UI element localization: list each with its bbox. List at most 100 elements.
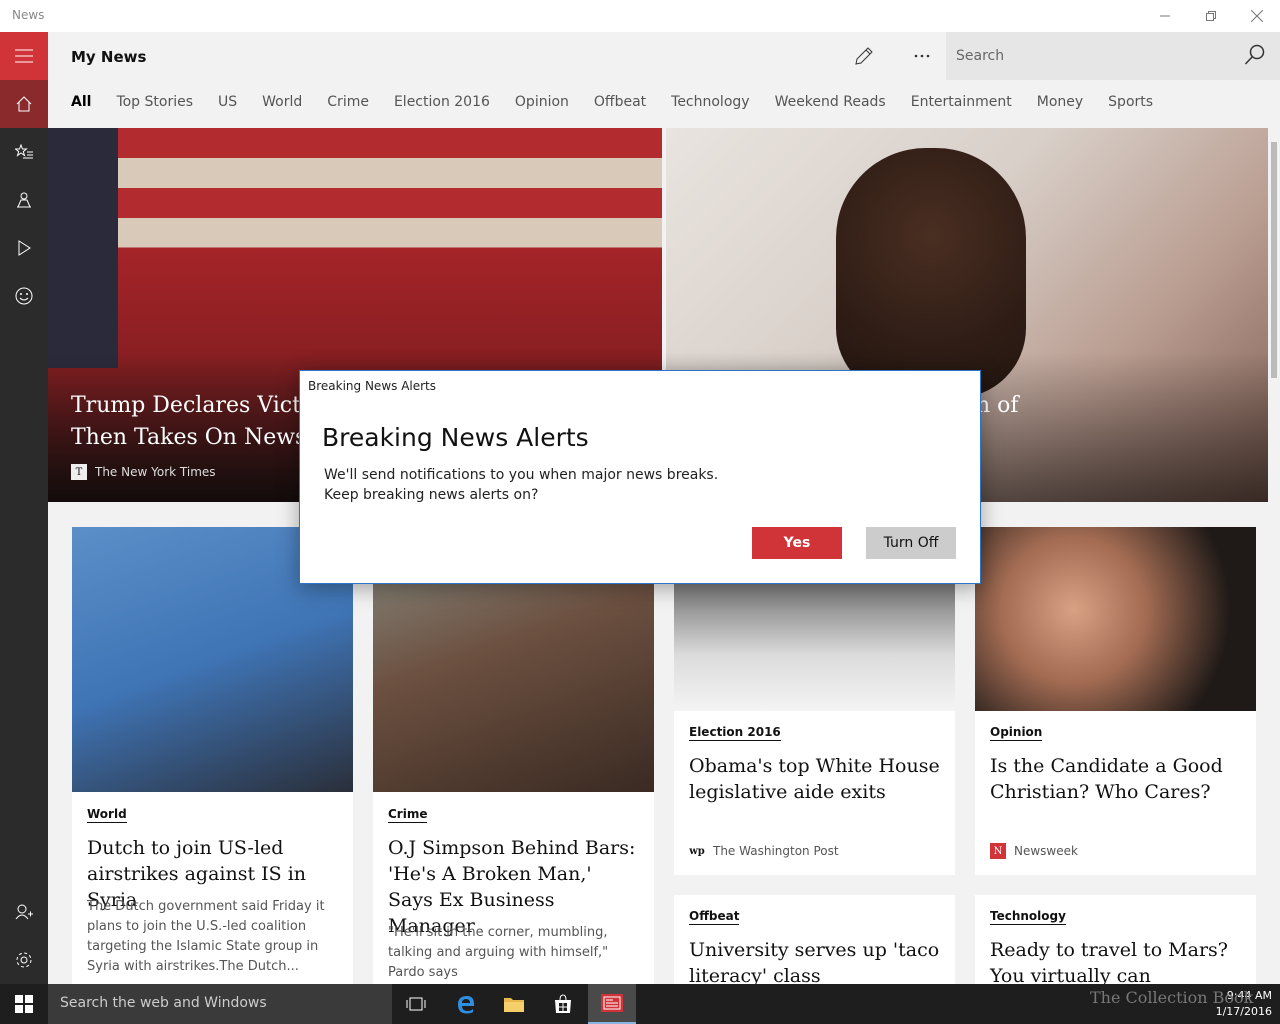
source-name: The New York Times xyxy=(95,465,216,479)
page-title: My News xyxy=(71,48,147,66)
breaking-news-dialog: Breaking News Alerts Breaking News Alert… xyxy=(299,370,981,584)
minimize-button[interactable] xyxy=(1142,0,1188,32)
more-icon xyxy=(914,54,930,58)
account-icon xyxy=(15,904,33,920)
tab-money[interactable]: Money xyxy=(1037,94,1083,118)
hero-story-title: h of xyxy=(976,393,1019,418)
tab-weekend-reads[interactable]: Weekend Reads xyxy=(775,94,886,118)
source-name: The Washington Post xyxy=(713,844,839,858)
story-title: Obama's top White House legislative aide… xyxy=(689,755,940,803)
sidebar-item-video[interactable] xyxy=(0,224,48,272)
dialog-title: Breaking News Alerts xyxy=(322,423,589,452)
source-name: Newsweek xyxy=(1014,844,1078,858)
newsweek-logo-icon: N xyxy=(990,843,1006,859)
tab-technology[interactable]: Technology xyxy=(671,94,749,118)
store-icon xyxy=(555,994,571,1013)
story-card-technology[interactable]: Technology Ready to travel to Mars? You … xyxy=(975,895,1256,984)
search-button[interactable] xyxy=(1244,44,1268,68)
header: My News All Top Stories US World Crime Electi… xyxy=(48,32,1280,128)
more-button[interactable] xyxy=(906,44,938,68)
title-bar: News xyxy=(0,0,1280,32)
close-button[interactable] xyxy=(1234,0,1280,32)
news-icon xyxy=(601,994,623,1012)
sidebar-item-feedback[interactable] xyxy=(0,272,48,320)
nyt-logo-icon: T xyxy=(71,464,87,480)
hamburger-button[interactable] xyxy=(0,32,48,80)
sidebar xyxy=(0,32,48,984)
sidebar-item-home[interactable] xyxy=(0,80,48,128)
restore-button[interactable] xyxy=(1188,0,1234,32)
restore-icon xyxy=(1206,11,1216,21)
news-app-button[interactable] xyxy=(588,984,636,1024)
store-button[interactable] xyxy=(539,984,587,1024)
category-tabs: All Top Stories US World Crime Election 2016 O… xyxy=(71,94,1178,118)
sidebar-item-local[interactable] xyxy=(0,176,48,224)
settings-icon xyxy=(16,952,32,968)
tab-crime[interactable]: Crime xyxy=(327,94,369,118)
tab-election-2016[interactable]: Election 2016 xyxy=(394,94,490,118)
yes-button[interactable]: Yes xyxy=(752,527,842,559)
task-view-button[interactable] xyxy=(392,984,440,1024)
task-view-icon xyxy=(406,997,426,1011)
story-category: Crime xyxy=(388,807,428,823)
story-title: Is the Candidate a Good Christian? Who C… xyxy=(990,755,1223,803)
tab-all[interactable]: All xyxy=(71,94,91,118)
story-card-opinion[interactable]: Opinion Is the Candidate a Good Christia… xyxy=(975,527,1256,875)
taskbar-search[interactable]: Search the web and Windows xyxy=(48,984,392,1024)
story-card-offbeat[interactable]: Offbeat University serves up 'taco liter… xyxy=(674,895,955,984)
sidebar-item-interests[interactable] xyxy=(0,128,48,176)
tab-top-stories[interactable]: Top Stories xyxy=(116,94,193,118)
taskbar-search-text: Search the web and Windows xyxy=(60,995,267,1011)
story-category: World xyxy=(87,807,127,823)
tab-offbeat[interactable]: Offbeat xyxy=(594,94,646,118)
settings-button[interactable] xyxy=(0,936,48,984)
tab-world[interactable]: World xyxy=(262,94,302,118)
search-box xyxy=(946,32,1280,80)
favorites-icon xyxy=(15,144,33,159)
tab-entertainment[interactable]: Entertainment xyxy=(911,94,1012,118)
local-icon xyxy=(17,192,31,208)
hamburger-icon xyxy=(15,49,33,63)
story-image xyxy=(975,527,1256,711)
dialog-message: We'll send notifications to you when maj… xyxy=(324,465,718,505)
pencil-icon xyxy=(855,47,873,65)
dialog-window-title: Breaking News Alerts xyxy=(308,379,437,393)
watermark: The Collection Book xyxy=(1090,988,1254,1007)
windows-logo-icon xyxy=(15,995,33,1013)
home-icon xyxy=(16,96,32,112)
story-card-world[interactable]: World Dutch to join US-led airstrikes ag… xyxy=(72,527,353,984)
file-explorer-button[interactable] xyxy=(490,984,538,1024)
minimize-icon xyxy=(1160,15,1170,17)
story-title: Ready to travel to Mars? You virtually c… xyxy=(990,939,1228,984)
story-description: "He'll sit in the corner, mumbling, talk… xyxy=(388,925,609,980)
dialog-message-line: We'll send notifications to you when maj… xyxy=(324,467,719,483)
turn-off-button[interactable]: Turn Off xyxy=(866,527,956,559)
hero-story-source: T The New York Times xyxy=(71,464,216,480)
vertical-scrollbar[interactable] xyxy=(1268,128,1280,984)
app-title: News xyxy=(12,8,45,22)
wapo-logo-icon: wp xyxy=(689,843,705,859)
edit-button[interactable] xyxy=(848,44,880,68)
start-button[interactable] xyxy=(0,984,48,1024)
edge-button[interactable] xyxy=(442,984,490,1024)
search-input[interactable] xyxy=(956,44,1236,68)
taskbar: Search the web and Windows 9:44 AM 1/17/… xyxy=(0,984,1280,1024)
story-card-crime[interactable]: Crime O.J Simpson Behind Bars: 'He's A B… xyxy=(373,527,654,984)
story-category: Technology xyxy=(990,909,1066,925)
tab-sports[interactable]: Sports xyxy=(1108,94,1153,118)
story-category: Election 2016 xyxy=(689,725,781,741)
tab-us[interactable]: US xyxy=(218,94,237,118)
story-title: University serves up 'taco literacy' cla… xyxy=(689,939,940,984)
story-source: wp The Washington Post xyxy=(689,843,839,859)
tab-opinion[interactable]: Opinion xyxy=(515,94,569,118)
story-category: Opinion xyxy=(990,725,1043,741)
account-button[interactable] xyxy=(0,888,48,936)
scrollbar-thumb[interactable] xyxy=(1271,142,1277,378)
dialog-message-line: Keep breaking news alerts on? xyxy=(324,487,539,503)
search-icon xyxy=(1244,44,1265,65)
story-description: The Dutch government said Friday it plan… xyxy=(87,899,325,974)
close-icon xyxy=(1251,10,1263,22)
story-source: N Newsweek xyxy=(990,843,1078,859)
folder-icon xyxy=(504,998,524,1012)
story-category: Offbeat xyxy=(689,909,740,925)
